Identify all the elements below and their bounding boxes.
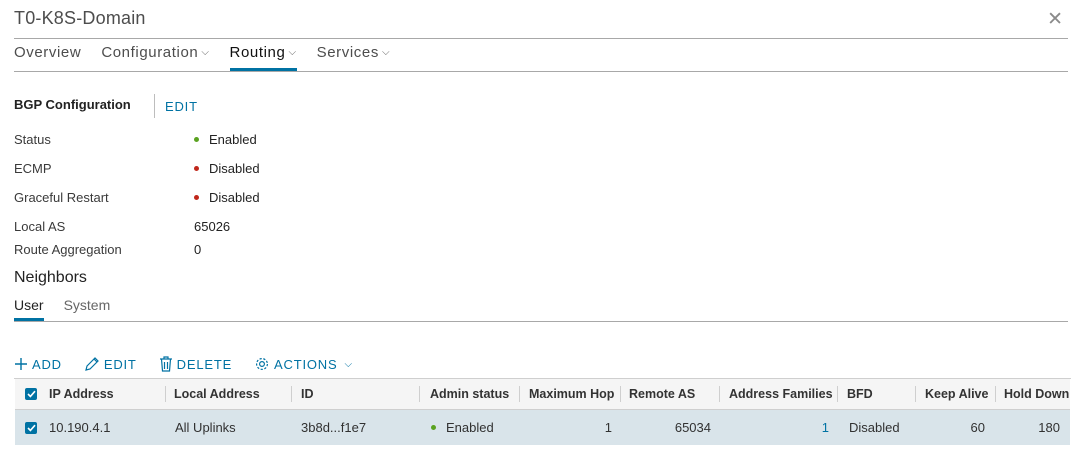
cell-ip-address: 10.190.4.1 [49, 420, 111, 435]
column-maximum-hop[interactable]: Maximum Hop [529, 379, 614, 409]
edit-button[interactable]: EDIT [84, 356, 137, 372]
neighbor-toolbar: ADD EDIT DELETE ACTIONS ⌵ [14, 356, 353, 372]
cell-bfd: Disabled [849, 420, 900, 435]
column-local-address[interactable]: Local Address [174, 379, 260, 409]
pencil-icon [85, 357, 99, 371]
tab-routing[interactable]: Routing ⌵ [229, 44, 297, 71]
cell-keep-alive: 60 [970, 420, 985, 435]
ecmp-label: ECMP [14, 161, 52, 176]
column-ip-address[interactable]: IP Address [49, 379, 114, 409]
route-aggregation-label: Route Aggregation [14, 242, 122, 257]
add-button[interactable]: ADD [14, 356, 62, 372]
chevron-down-icon: ⌵ [344, 358, 353, 370]
column-divider [291, 386, 292, 402]
bgp-edit-link[interactable]: EDIT [165, 99, 198, 114]
actions-menu[interactable]: ACTIONS ⌵ [254, 356, 353, 372]
column-divider [165, 386, 166, 402]
ecmp-value: Disabled [194, 161, 260, 176]
tab-configuration[interactable]: Configuration ⌵ [101, 44, 209, 69]
cell-id: 3b8d...f1e7 [301, 420, 367, 435]
column-hold-down[interactable]: Hold Down [1004, 379, 1069, 409]
route-aggregation-value: 0 [194, 242, 202, 257]
column-address-families[interactable]: Address Families [729, 379, 833, 409]
bgp-heading: BGP Configuration [14, 97, 131, 112]
cell-remote-as: 65034 [674, 420, 711, 435]
graceful-restart-label: Graceful Restart [14, 190, 109, 205]
subtab-system[interactable]: System [64, 297, 111, 319]
column-admin-status[interactable]: Admin status [430, 379, 509, 409]
address-families-link[interactable]: 1 [729, 410, 829, 445]
tabs-divider [14, 71, 1068, 72]
column-divider [995, 386, 996, 402]
neighbors-heading: Neighbors [14, 269, 87, 286]
local-as-value: 65026 [194, 219, 231, 234]
chevron-down-icon: ⌵ [381, 47, 391, 58]
column-divider [620, 386, 621, 402]
status-indicator-icon [194, 166, 199, 171]
column-keep-alive[interactable]: Keep Alive [925, 379, 988, 409]
column-divider [519, 386, 520, 402]
cell-hold-down: 180 [1038, 420, 1060, 435]
select-all-checkbox[interactable] [25, 379, 37, 409]
column-divider [719, 386, 720, 402]
status-label: Status [14, 132, 51, 147]
main-tabs: Overview Configuration ⌵ Routing ⌵ Service… [14, 44, 391, 71]
neighbor-subtabs: User System [14, 297, 111, 321]
plus-icon [15, 358, 27, 370]
window-title: T0-K8S-Domain [14, 8, 146, 28]
column-remote-as[interactable]: Remote AS [629, 379, 695, 409]
tab-services[interactable]: Services ⌵ [317, 44, 391, 69]
status-indicator-icon [194, 195, 199, 200]
subtab-user[interactable]: User [14, 297, 44, 321]
tab-overview[interactable]: Overview [14, 44, 81, 69]
status-value: Enabled [194, 132, 257, 147]
cell-admin-status: Enabled [431, 410, 494, 445]
table-row[interactable]: 10.190.4.1 All Uplinks 3b8d...f1e7 Enabl… [15, 410, 1070, 445]
local-as-label: Local AS [14, 219, 66, 234]
delete-button[interactable]: DELETE [159, 356, 232, 372]
status-indicator-icon [431, 425, 436, 430]
checkmark-icon [25, 421, 37, 434]
gear-icon [256, 357, 269, 371]
chevron-down-icon: ⌵ [201, 47, 210, 58]
table-header: IP Address Local Address ID Admin status… [15, 379, 1070, 410]
column-divider [419, 386, 420, 402]
close-icon[interactable]: ✕ [1047, 8, 1063, 31]
column-id[interactable]: ID [301, 379, 314, 409]
status-indicator-icon [194, 137, 199, 142]
row-checkbox[interactable] [25, 410, 37, 445]
subtabs-divider [14, 321, 1068, 322]
chevron-down-icon: ⌵ [288, 47, 297, 58]
graceful-restart-value: Disabled [194, 190, 260, 205]
column-bfd[interactable]: BFD [847, 379, 873, 409]
column-divider [915, 386, 916, 402]
cell-local-address: All Uplinks [175, 420, 236, 435]
title-divider [14, 38, 1068, 39]
checkmark-icon [25, 388, 37, 400]
cell-maximum-hop: 1 [604, 420, 612, 435]
heading-separator [154, 94, 155, 118]
column-divider [837, 386, 838, 402]
neighbors-table: IP Address Local Address ID Admin status… [14, 378, 1071, 445]
trash-icon [159, 356, 172, 372]
